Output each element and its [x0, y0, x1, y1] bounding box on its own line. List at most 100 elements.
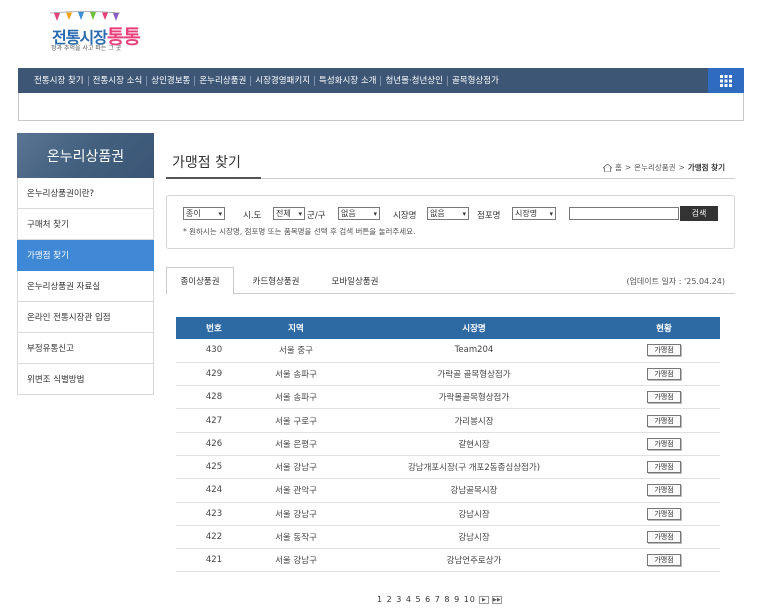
home-icon[interactable]	[602, 163, 612, 172]
table-header: 번호 지역 시장명 현황	[176, 317, 720, 339]
row-region: 서울 송파구	[252, 362, 340, 387]
row-number: 423	[176, 502, 252, 526]
grid-icon	[720, 74, 732, 87]
row-number: 429	[176, 362, 252, 387]
top-nav: 전통시장 찾기 전통시장 소식 상인경보통 온누리상품권 시장경영패키지 특성화…	[18, 68, 744, 93]
row-status: 가맹점	[608, 455, 720, 480]
row-region: 서울 강남구	[252, 548, 340, 573]
table-row: 429 서울 송파구 가락골 골목형상점가 가맹점	[176, 362, 720, 387]
merchant-list-button[interactable]: 가맹점	[647, 554, 681, 567]
row-number: 427	[176, 408, 252, 433]
nav-item-alley-shops[interactable]: 골목형상점가	[448, 76, 503, 86]
last-page-icon[interactable]: ▶▶	[491, 595, 502, 604]
merchant-list-button[interactable]: 가맹점	[647, 437, 681, 450]
nav-item-special-market[interactable]: 특성화시장 소개	[315, 75, 382, 86]
row-number: 421	[176, 548, 252, 573]
nav-item-merchant-info[interactable]: 상인경보통	[147, 75, 196, 86]
sidebar: 온누리상품권 온누리상품권이란? 구매처 찾기 가맹점 찾기 온누리상품권 자료…	[17, 133, 154, 395]
merchant-list-button[interactable]: 가맹점	[647, 531, 681, 544]
search-input[interactable]	[569, 207, 679, 220]
row-number: 425	[176, 455, 252, 480]
row-status: 가맹점	[608, 432, 720, 456]
title-accent-line	[166, 177, 261, 179]
sidebar-item-merchant-search[interactable]: 가맹점 찾기	[17, 240, 154, 271]
row-market-name: 가리봉시장	[340, 408, 608, 433]
row-status: 가맹점	[608, 502, 720, 526]
table-row: 422 서울 동작구 강남시장 가맹점	[176, 525, 720, 550]
merchant-list-button[interactable]: 가맹점	[647, 484, 681, 497]
table-row: 425 서울 강남구 강남개포시장(구 개포2동종심상점가) 가맹점	[176, 455, 720, 480]
next-page-icon[interactable]: ▶	[478, 595, 489, 604]
chevron-down-icon: ▾	[298, 210, 302, 218]
market-label: 시장명	[393, 211, 417, 221]
table-row: 424 서울 관악구 강남골목시장 가맹점	[176, 478, 720, 503]
row-market-name: 갈현시장	[340, 432, 608, 456]
row-region: 서울 은평구	[252, 432, 340, 456]
merchant-list-button[interactable]: 가맹점	[647, 391, 681, 404]
row-market-name: 가락몰골목형상점가	[340, 385, 608, 410]
table-row: 427 서울 구로구 가리봉시장 가맹점	[176, 408, 720, 433]
sido-select[interactable]: 전체 ▾	[273, 207, 305, 220]
merchant-list-button[interactable]: 가맹점	[647, 367, 681, 380]
row-number: 430	[176, 339, 252, 363]
row-status: 가맹점	[608, 385, 720, 410]
nav-item-market-news[interactable]: 전통시장 소식	[89, 75, 148, 86]
tab-paper[interactable]: 종이상품권	[166, 267, 234, 295]
gungu-label: 군/구	[307, 211, 326, 221]
row-status: 가맹점	[608, 478, 720, 503]
breadcrumb-home[interactable]: 홈	[615, 162, 622, 173]
row-market-name: 강남시장	[340, 502, 608, 526]
row-region: 서울 송파구	[252, 385, 340, 410]
market-select[interactable]: 없음 ▾	[427, 207, 469, 220]
sidebar-item-counterfeit[interactable]: 위변조 식별방법	[17, 364, 154, 395]
sidebar-item-resources[interactable]: 온누리상품권 자료실	[17, 271, 154, 302]
row-region: 서울 구로구	[252, 408, 340, 433]
chevron-down-icon: ▾	[549, 210, 553, 218]
sidebar-item-about[interactable]: 온누리상품권이란?	[17, 178, 154, 209]
merchant-list-button[interactable]: 가맹점	[647, 414, 681, 427]
search-button[interactable]: 검색	[680, 206, 718, 221]
sidebar-item-purchase-places[interactable]: 구매처 찾기	[17, 209, 154, 240]
row-market-name: 강남언주로상가	[340, 548, 608, 573]
table-row: 426 서울 은평구 갈현시장 가맹점	[176, 432, 720, 456]
logo-subtitle: 정과 추억을 사고 파는 그 곳	[51, 45, 122, 52]
row-market-name: 가락골 골목형상점가	[340, 362, 608, 387]
row-status: 가맹점	[608, 548, 720, 573]
chevron-down-icon: ▾	[462, 210, 466, 218]
nav-item-youth[interactable]: 청년몰·청년상인	[381, 75, 448, 86]
chevron-right-icon: >	[624, 163, 632, 172]
merchant-list-button[interactable]: 가맹점	[647, 461, 681, 474]
merchant-list-button[interactable]: 가맹점	[647, 507, 681, 520]
sido-label: 시.도	[243, 211, 262, 221]
row-status: 가맹점	[608, 408, 720, 433]
row-region: 서울 관악구	[252, 478, 340, 503]
shop-select[interactable]: 시장명 ▾	[512, 207, 556, 220]
header-status: 현황	[608, 317, 720, 339]
merchant-table: 번호 지역 시장명 현황 430 서울 중구 Team204 가맹점 429 서울 송파구…	[176, 317, 720, 573]
sidebar-item-report[interactable]: 부정유통신고	[17, 333, 154, 364]
header-market: 시장명	[340, 317, 608, 339]
gungu-select[interactable]: 없음 ▾	[338, 207, 380, 220]
site-logo[interactable]: 전통시장통통 정과 추억을 사고 파는 그 곳	[38, 10, 148, 52]
update-date: (업데이트 일자 : '25.04.24)	[626, 277, 725, 286]
sidebar-item-online-store[interactable]: 온라인 전통시장관 입점	[17, 302, 154, 333]
all-menu-button[interactable]	[708, 68, 744, 93]
header-number: 번호	[176, 317, 252, 339]
row-market-name: 강남개포시장(구 개포2동종심상점가)	[340, 455, 608, 480]
nav-item-package[interactable]: 시장경영패키지	[251, 75, 316, 86]
tab-card[interactable]: 카드형상품권	[238, 267, 314, 294]
page-numbers[interactable]: 1 2 3 4 5 6 7 8 9 10	[377, 595, 476, 604]
flags-icon	[50, 11, 120, 21]
nav-item-onnuri[interactable]: 온누리상품권	[195, 75, 252, 86]
row-status: 가맹점	[608, 525, 720, 550]
row-number: 424	[176, 478, 252, 503]
merchant-list-button[interactable]: 가맹점	[647, 344, 681, 357]
sub-nav-bar	[18, 93, 744, 121]
voucher-type-select[interactable]: 종이 ▾	[183, 207, 225, 220]
row-number: 428	[176, 385, 252, 410]
table-row: 421 서울 강남구 강남언주로상가 가맹점	[176, 548, 720, 573]
tab-mobile[interactable]: 모바일상품권	[318, 267, 392, 294]
breadcrumb-section[interactable]: 온누리상품권	[634, 162, 675, 173]
shop-label: 점포명	[477, 211, 501, 221]
nav-item-market-search[interactable]: 전통시장 찾기	[30, 75, 89, 86]
